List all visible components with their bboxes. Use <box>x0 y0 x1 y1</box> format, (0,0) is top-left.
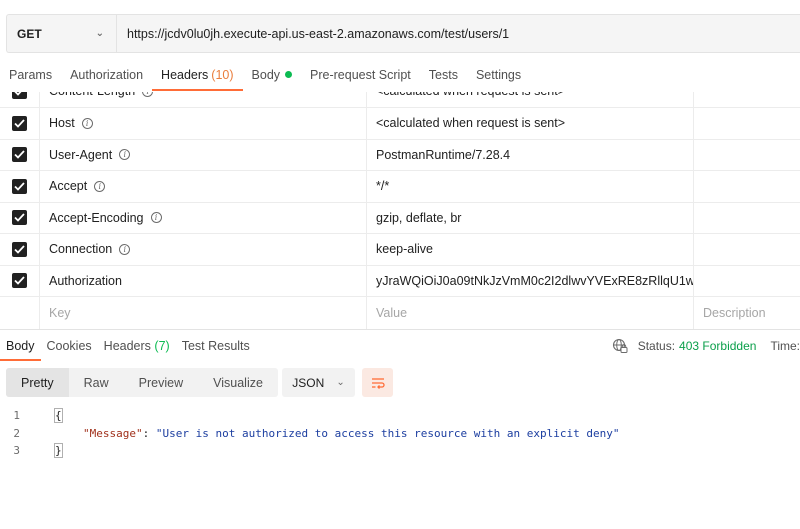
tab-body[interactable]: Body <box>243 60 302 92</box>
header-key[interactable]: Accept-Encoding i <box>40 202 367 233</box>
method-label: GET <box>17 26 42 41</box>
info-icon[interactable]: i <box>81 117 93 129</box>
headers-count: (10) <box>211 68 234 82</box>
view-tab-visualize[interactable]: Visualize <box>198 368 278 397</box>
view-tab-preview[interactable]: Preview <box>124 368 198 397</box>
tab-params[interactable]: Params <box>0 60 61 92</box>
response-tab-cookies[interactable]: Cookies <box>41 330 98 361</box>
wrap-lines-button[interactable] <box>362 368 393 397</box>
code-line: 2 "Message": "User is not authorized to … <box>0 425 619 443</box>
info-icon[interactable]: i <box>119 243 131 255</box>
json-key: "Message" <box>83 426 143 440</box>
header-checkbox[interactable] <box>12 210 27 226</box>
status-label: Status: <box>637 339 676 353</box>
new-header-value[interactable]: Value <box>367 297 694 329</box>
tab-tests[interactable]: Tests <box>420 60 467 92</box>
response-tab-headers[interactable]: Headers (7) <box>98 330 176 361</box>
header-key[interactable]: Host i <box>40 108 367 139</box>
header-value[interactable]: gzip, deflate, br <box>367 202 694 233</box>
header-value[interactable]: yJraWQiOiJ0a09tNkJzVmM0c2I2dlwvYVExRE8zR… <box>367 265 694 296</box>
header-value[interactable]: */* <box>367 171 694 202</box>
open-brace: { <box>54 408 63 424</box>
table-row: Accept i */* <box>0 171 800 203</box>
tab-settings[interactable]: Settings <box>467 60 530 92</box>
header-value[interactable]: <calculated when request is sent> <box>367 92 694 107</box>
header-checkbox[interactable] <box>12 241 27 257</box>
response-body[interactable]: 1 { 2 "Message": "User is not authorized… <box>0 407 619 460</box>
globe-icon[interactable] <box>612 338 628 354</box>
table-row: Content-Lengthi <calculated when request… <box>0 92 800 108</box>
url-input[interactable]: https://jcdv0lu0jh.execute-api.us-east-2… <box>117 27 509 41</box>
header-description[interactable] <box>694 203 800 234</box>
header-value[interactable]: keep-alive <box>367 234 694 265</box>
header-key[interactable]: User-Agent i <box>40 139 367 170</box>
format-label: JSON <box>292 375 325 390</box>
table-row: Host i <calculated when request is sent> <box>0 108 800 140</box>
close-brace: } <box>54 443 63 459</box>
tab-headers[interactable]: Headers (10) <box>152 60 244 92</box>
json-value: "User is not authorized to access this r… <box>155 426 620 440</box>
table-row: User-Agent i PostmanRuntime/7.28.4 <box>0 139 800 171</box>
header-checkbox[interactable] <box>12 273 27 289</box>
code-line: 1 { <box>0 407 619 425</box>
body-indicator-dot <box>285 71 293 79</box>
request-tabs: Params Authorization Headers (10) Body Pr… <box>0 60 530 92</box>
header-description[interactable] <box>694 171 800 202</box>
header-value[interactable]: PostmanRuntime/7.28.4 <box>367 139 694 170</box>
url-bar: GET ⌄ https://jcdv0lu0jh.execute-api.us-… <box>6 14 800 53</box>
new-header-key[interactable]: Key <box>40 297 367 329</box>
table-row: Accept-Encoding i gzip, deflate, br <box>0 202 800 234</box>
header-checkbox[interactable] <box>12 92 27 99</box>
line-number: 2 <box>13 426 20 440</box>
header-checkbox[interactable] <box>12 178 27 194</box>
response-tab-body[interactable]: Body <box>0 330 41 361</box>
tab-authorization[interactable]: Authorization <box>61 60 152 92</box>
format-select[interactable]: JSON ⌄ <box>282 368 355 397</box>
header-key[interactable]: Accept i <box>40 171 367 202</box>
headers-table: Content-Lengthi <calculated when request… <box>0 92 800 329</box>
header-key[interactable]: Authorization <box>40 265 367 296</box>
new-header-row: Key Value Description <box>0 297 800 329</box>
table-row: Connection i keep-alive <box>0 234 800 266</box>
header-value[interactable]: <calculated when request is sent> <box>367 108 694 139</box>
tab-pre-request-script[interactable]: Pre-request Script <box>301 60 420 92</box>
header-description[interactable] <box>694 108 800 139</box>
table-row: Authorization yJraWQiOiJ0a09tNkJzVmM0c2I… <box>0 265 800 297</box>
json-colon: : <box>142 426 156 440</box>
header-description[interactable] <box>694 140 800 171</box>
view-tab-pretty[interactable]: Pretty <box>6 368 69 397</box>
header-description[interactable] <box>694 92 800 107</box>
response-headers-count: (7) <box>154 339 170 353</box>
line-number: 1 <box>13 409 20 423</box>
header-key[interactable]: Content-Lengthi <box>40 92 367 107</box>
info-icon[interactable]: i <box>150 212 162 224</box>
line-number: 3 <box>13 444 20 458</box>
info-icon[interactable]: i <box>142 92 154 97</box>
time-label[interactable]: Time: <box>770 339 800 353</box>
header-checkbox[interactable] <box>12 115 27 131</box>
header-description[interactable] <box>694 234 800 265</box>
code-line: 3 } <box>0 442 619 460</box>
new-header-description[interactable]: Description <box>694 297 800 329</box>
chevron-down-icon: ⌄ <box>336 377 345 388</box>
view-mode-tabs: Pretty Raw Preview Visualize <box>6 368 278 397</box>
view-tab-raw[interactable]: Raw <box>69 368 124 397</box>
info-icon[interactable]: i <box>94 180 106 192</box>
info-icon[interactable]: i <box>119 149 131 161</box>
method-select[interactable]: GET ⌄ <box>7 15 117 52</box>
header-checkbox[interactable] <box>12 147 27 163</box>
chevron-down-icon: ⌄ <box>95 28 104 39</box>
header-key[interactable]: Connection i <box>40 234 367 265</box>
response-status: Status: 403 Forbidden Time: <box>612 338 800 354</box>
response-tab-test-results[interactable]: Test Results <box>176 330 256 361</box>
header-description[interactable] <box>694 266 800 297</box>
wrap-lines-icon <box>371 377 385 389</box>
status-code[interactable]: 403 Forbidden <box>679 339 756 353</box>
